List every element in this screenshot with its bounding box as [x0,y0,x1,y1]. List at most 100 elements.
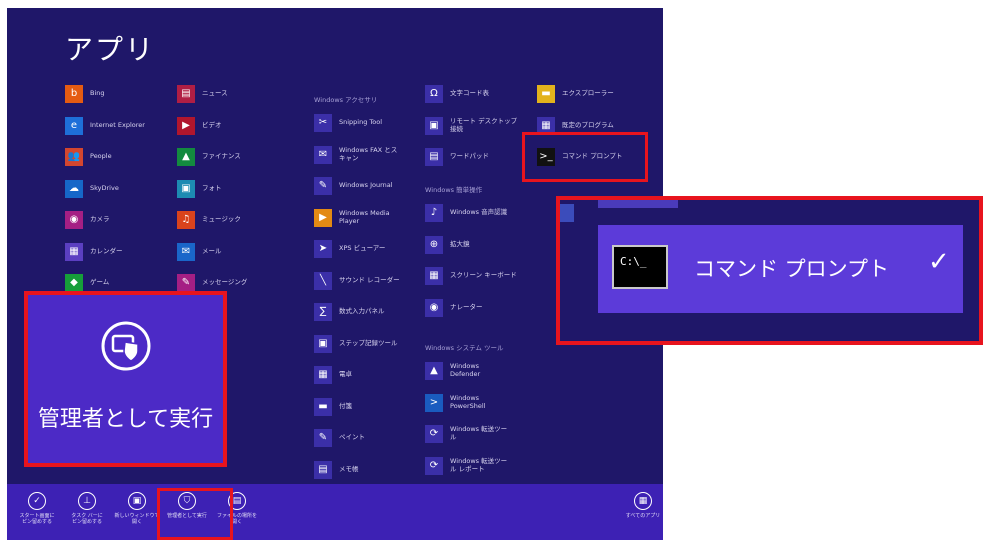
app-bar: ✓ スタート画面に ピン留めする ⊥ タスク バーに ピン留めする ▣ 新しいウィンドウで… [7,484,663,540]
all-apps-label: すべてのアプリ [625,513,661,519]
app-tile[interactable]: ☁ SkyDrive [65,177,119,201]
app-tile[interactable]: ▤ ワードパッド [425,145,489,169]
pin-start-button[interactable]: ✓ スタート画面に ピン留めする [12,492,62,525]
app-tile[interactable]: ▲ Windows Defender [425,359,480,383]
app-label: Snipping Tool [339,118,383,127]
fax-icon: ✉ [314,145,332,164]
app-tile[interactable]: ⊕ 拡大鏡 [425,233,470,257]
app-label: カレンダー [90,246,123,255]
app-tile[interactable]: ♫ ミュージック [177,208,241,232]
app-tile[interactable]: ✂ Snipping Tool [314,111,382,135]
app-label: スクリーン キーボード [450,271,517,280]
app-tile[interactable]: ▦ スクリーン キーボード [425,264,517,288]
speech-recognition-icon: ♪ [425,204,443,222]
app-tile[interactable]: b Bing [65,82,105,106]
run-as-admin-icon [100,320,152,376]
app-label: ニュース [202,89,228,98]
command-prompt-callout: C:\_ コマンド プロンプト ✓ [556,196,983,345]
group-header: Windows 簡単操作 [425,186,483,194]
app-label: SkyDrive [90,183,119,192]
app-tile[interactable]: ▣ リモート デスクトップ 接続 [425,114,517,138]
run-as-admin-callout-text: 管理者として実行 [37,407,214,432]
app-tile[interactable]: ▤ ニュース [177,82,228,106]
partial-tile [560,204,574,222]
app-tile[interactable]: ╲ サウンド レコーダー [314,269,400,293]
app-tile[interactable]: ⟳ Windows 転送ツー ル [425,422,507,446]
app-tile[interactable]: > Windows PowerShell [425,391,486,415]
app-label: Windows Journal [339,181,393,190]
app-tile[interactable]: ✉ Windows FAX とス キャン [314,143,397,167]
narrator-icon: ◉ [425,298,443,317]
app-label: Windows PowerShell [450,393,486,410]
app-tile[interactable]: ▣ ステップ記録ツール [314,332,398,356]
new-window-button[interactable]: ▣ 新しいウィンドウで 開く [112,492,162,525]
all-apps-icon: ▦ [634,492,652,510]
remote-desktop-icon: ▣ [425,116,443,135]
snipping-tool-icon: ✂ [314,114,332,132]
app-tile[interactable]: ♪ Windows 音声認識 [425,201,507,225]
app-label: 拡大鏡 [450,239,470,248]
app-tile[interactable]: ▣ フォト [177,177,222,201]
new-window-icon: ▣ [128,492,146,510]
app-label: メモ帳 [339,464,359,473]
check-icon: ✓ [928,247,950,277]
games-icon: ◆ [65,274,83,292]
messaging-icon: ✎ [177,274,195,292]
app-label: ワードパッド [450,152,489,161]
app-label: カメラ [90,215,110,224]
app-label: 文字コード表 [450,89,489,98]
charmap-icon: Ω [425,85,443,103]
finance-icon: ▲ [177,148,195,166]
command-prompt-tile-selected[interactable]: C:\_ コマンド プロンプト ✓ [598,225,963,313]
app-label: 数式入力パネル [339,307,385,316]
group-header: Windows システム ツール [425,344,504,352]
app-tile[interactable]: ◉ カメラ [65,208,110,232]
paint-icon: ✎ [314,429,332,447]
app-label: 電卓 [339,370,352,379]
video-icon: ▶ [177,116,195,135]
app-tile[interactable]: Ω 文字コード表 [425,82,489,106]
app-tile[interactable]: ✎ ペイント [314,426,365,450]
app-label: Internet Explorer [90,120,145,129]
app-label: Bing [90,89,105,98]
news-icon: ▤ [177,85,195,103]
app-tile[interactable]: ▤ メモ帳 [314,458,359,482]
app-label: ミュージック [202,215,241,224]
media-player-icon: ▶ [314,208,332,227]
app-tile[interactable]: ▦ 電卓 [314,363,352,387]
pin-taskbar-button[interactable]: ⊥ タスク バーに ピン留めする [62,492,112,525]
app-tile[interactable]: 👥 People [65,145,112,169]
app-tile[interactable]: ⟳ Windows 転送ツー ル レポート [425,454,507,478]
photos-icon: ▣ [177,179,195,198]
app-label: XPS ビューアー [339,244,386,253]
app-tile[interactable]: ✉ メール [177,240,222,264]
calculator-icon: ▦ [314,366,332,384]
app-tile[interactable]: ▬ 付箋 [314,395,352,419]
calendar-icon: ▦ [65,242,83,261]
app-label: Windows 音声認識 [450,208,508,217]
command-label: タスク バーに ピン留めする [71,513,103,525]
divider [598,200,678,208]
app-tile[interactable]: ▶ ビデオ [177,114,222,138]
app-label: エクスプローラー [562,89,614,98]
app-tile[interactable]: ▶ Windows Media Player [314,206,390,230]
app-tile[interactable]: ▦ カレンダー [65,240,123,264]
bing-icon: b [65,85,83,103]
app-tile[interactable]: ∑ 数式入力パネル [314,300,385,324]
app-label: ナレーター [450,302,483,311]
transfer-tool-icon: ⟳ [425,425,443,443]
app-tile[interactable]: ▬ エクスプローラー [537,82,614,106]
app-label: ゲーム [90,278,110,287]
app-tile[interactable]: ✎ Windows Journal [314,174,393,198]
app-label: ステップ記録ツール [339,338,398,347]
app-tile[interactable]: ◉ ナレーター [425,296,483,320]
command-label: 新しいウィンドウで 開く [114,513,160,525]
app-tile[interactable]: e Internet Explorer [65,114,145,138]
all-apps-button[interactable]: ▦ すべてのアプリ [620,492,663,519]
app-label: Windows Defender [450,362,481,378]
app-tile[interactable]: ▲ ファイナンス [177,145,241,169]
command-prompt-icon: C:\_ [612,245,668,289]
app-tile[interactable]: ➤ XPS ビューアー [314,237,385,261]
app-label: フォト [202,183,222,192]
sticky-notes-icon: ▬ [314,397,332,416]
